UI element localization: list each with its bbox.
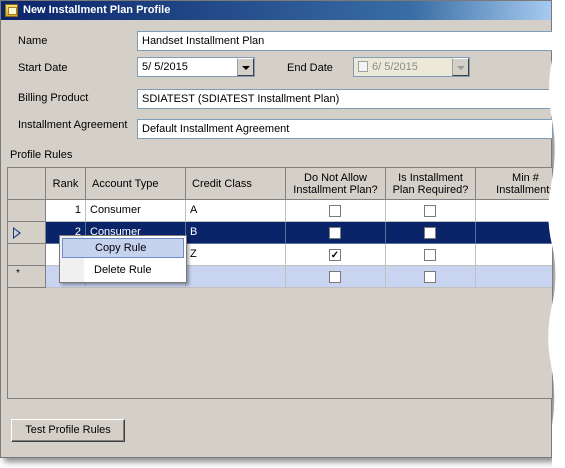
profile-icon	[5, 4, 18, 17]
credit-class-cell[interactable]	[186, 266, 286, 288]
col-plan-required-header[interactable]: Is Installment Plan Required?	[386, 168, 476, 200]
plan-required-cell	[386, 222, 476, 244]
col-account-type-header[interactable]: Account Type	[86, 168, 186, 200]
col-do-not-allow-header[interactable]: Do Not Allow Installment Plan?	[286, 168, 386, 200]
profile-rules-grid[interactable]: Rank Account Type Credit Class Do Not Al…	[7, 167, 553, 399]
copy-rule-menu-item[interactable]: Copy Rule	[62, 238, 184, 258]
plan-required-cell	[386, 244, 476, 266]
current-row-arrow-icon	[13, 227, 21, 239]
do-not-allow-cell: ✓	[286, 244, 386, 266]
plan-required-cell	[386, 200, 476, 222]
do-not-allow-checkbox[interactable]: ✓	[329, 249, 341, 261]
do-not-allow-checkbox[interactable]	[329, 205, 341, 217]
torn-edge-decoration	[548, 0, 565, 468]
plan-required-checkbox[interactable]	[424, 271, 436, 283]
name-label: Name	[18, 35, 48, 47]
row-selector[interactable]	[8, 200, 46, 222]
plan-required-checkbox[interactable]	[424, 227, 436, 239]
billing-product-field[interactable]: SDIATEST (SDIATEST Installment Plan)	[137, 89, 553, 109]
row-selector[interactable]	[8, 222, 46, 244]
do-not-allow-checkbox[interactable]	[329, 227, 341, 239]
start-date-picker[interactable]: 5/ 5/2015	[137, 57, 255, 77]
row-selector[interactable]: *	[8, 266, 46, 288]
title-bar: New Installment Plan Profile	[1, 1, 551, 20]
do-not-allow-checkbox[interactable]	[329, 271, 341, 283]
test-profile-rules-button[interactable]: Test Profile Rules	[11, 419, 125, 442]
do-not-allow-cell	[286, 266, 386, 288]
do-not-allow-cell	[286, 200, 386, 222]
credit-class-cell[interactable]: Z	[186, 244, 286, 266]
end-date-label: End Date	[287, 62, 333, 74]
do-not-allow-cell	[286, 222, 386, 244]
window-title: New Installment Plan Profile	[23, 4, 171, 16]
col-rank-header[interactable]: Rank	[46, 168, 86, 200]
row-selector[interactable]	[8, 244, 46, 266]
end-date-dropdown-icon[interactable]	[452, 58, 469, 76]
account-type-cell[interactable]: Consumer	[86, 200, 186, 222]
installment-plan-profile-window: New Installment Plan Profile Name Handse…	[0, 0, 553, 458]
start-date-dropdown-icon[interactable]	[237, 58, 254, 76]
installment-agreement-field[interactable]: Default Installment Agreement	[137, 119, 553, 139]
start-date-label: Start Date	[18, 62, 68, 74]
delete-rule-menu-item[interactable]: Delete Rule	[62, 260, 184, 280]
plan-required-checkbox[interactable]	[424, 205, 436, 217]
credit-class-cell[interactable]: B	[186, 222, 286, 244]
billing-product-label: Billing Product	[18, 92, 89, 104]
credit-class-cell[interactable]: A	[186, 200, 286, 222]
col-credit-class-header[interactable]: Credit Class	[186, 168, 286, 200]
end-date-value: 6/ 5/2015	[372, 61, 418, 73]
context-menu: Copy Rule Delete Rule	[59, 235, 187, 283]
end-date-picker[interactable]: 6/ 5/2015	[353, 57, 470, 77]
installment-agreement-label: Installment Agreement	[18, 119, 128, 131]
plan-required-cell	[386, 266, 476, 288]
rank-cell[interactable]: 1	[46, 200, 86, 222]
name-field[interactable]: Handset Installment Plan	[137, 31, 553, 51]
profile-rules-label: Profile Rules	[10, 149, 73, 161]
plan-required-checkbox[interactable]	[424, 249, 436, 261]
table-row[interactable]: 1 Consumer A	[8, 200, 552, 222]
start-date-value: 5/ 5/2015	[142, 61, 188, 73]
end-date-checkbox-icon[interactable]	[358, 61, 368, 72]
new-row-star-icon: *	[16, 268, 20, 279]
row-selector-header	[8, 168, 46, 200]
